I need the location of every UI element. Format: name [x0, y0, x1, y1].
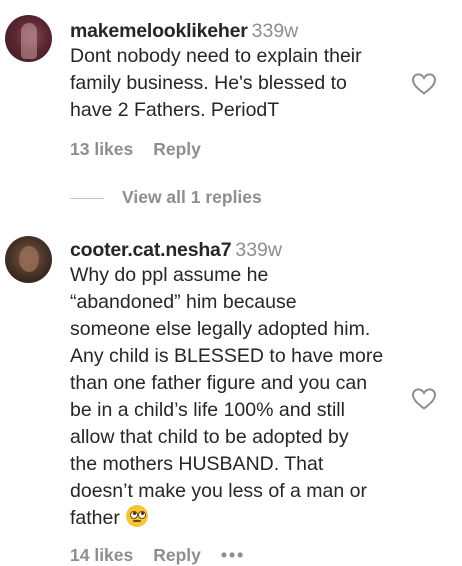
comment-text: Dont nobody need to explain their family…: [70, 43, 400, 124]
like-heart-icon[interactable]: [411, 387, 437, 411]
timestamp: 339w: [235, 239, 282, 261]
face-with-rolling-eyes-icon: [125, 505, 148, 527]
username-link[interactable]: makemelooklikeher: [70, 20, 248, 42]
comment-line: Any child is BLESSED to have more: [70, 345, 384, 367]
comment-line: doesn’t make you less of a man or: [70, 480, 367, 502]
like-heart-icon[interactable]: [411, 72, 437, 96]
timestamp: 339w: [251, 20, 299, 42]
username-link[interactable]: cooter.cat.nesha7: [70, 239, 232, 261]
comment-line: the mothers HUSBAND. That: [70, 453, 324, 475]
comment-line-last: father: [70, 505, 400, 532]
comment-line: family business. He's blessed to: [70, 72, 347, 94]
comment-line: someone else legally adopted him.: [70, 318, 371, 340]
comment-line: allow that child to be adopted by: [70, 426, 349, 448]
reply-button[interactable]: Reply: [153, 545, 201, 565]
view-replies-label[interactable]: View all 1 replies: [122, 187, 262, 207]
comment-text: Why do ppl assume he “abandoned” him bec…: [70, 262, 400, 532]
likes-count[interactable]: 14 likes: [70, 545, 133, 565]
more-options-icon[interactable]: •••: [221, 545, 245, 565]
comment-actions: 14 likes Reply •••: [70, 545, 265, 566]
comment-header: makemelooklikeher 339w: [70, 20, 298, 42]
view-replies-button[interactable]: View all 1 replies: [70, 187, 262, 208]
reply-button[interactable]: Reply: [153, 139, 201, 159]
comment-actions: 13 likes Reply: [70, 139, 221, 160]
comment-line: have 2 Fathers. PeriodT: [70, 99, 280, 121]
avatar-face: [19, 246, 39, 272]
replies-divider: [70, 197, 104, 199]
comment-header: cooter.cat.nesha7 339w: [70, 239, 282, 261]
comment-line: Dont nobody need to explain their: [70, 45, 362, 67]
likes-count[interactable]: 13 likes: [70, 139, 133, 159]
comment-line: than one father figure and you can: [70, 372, 368, 394]
avatar[interactable]: [5, 15, 52, 62]
comment-line: “abandoned” him because: [70, 291, 297, 313]
comment-line: father: [70, 507, 120, 529]
avatar-figure: [21, 23, 37, 59]
comment-line: Why do ppl assume he: [70, 264, 269, 286]
avatar[interactable]: [5, 236, 52, 283]
comment-line: be in a child’s life 100% and still: [70, 399, 345, 421]
